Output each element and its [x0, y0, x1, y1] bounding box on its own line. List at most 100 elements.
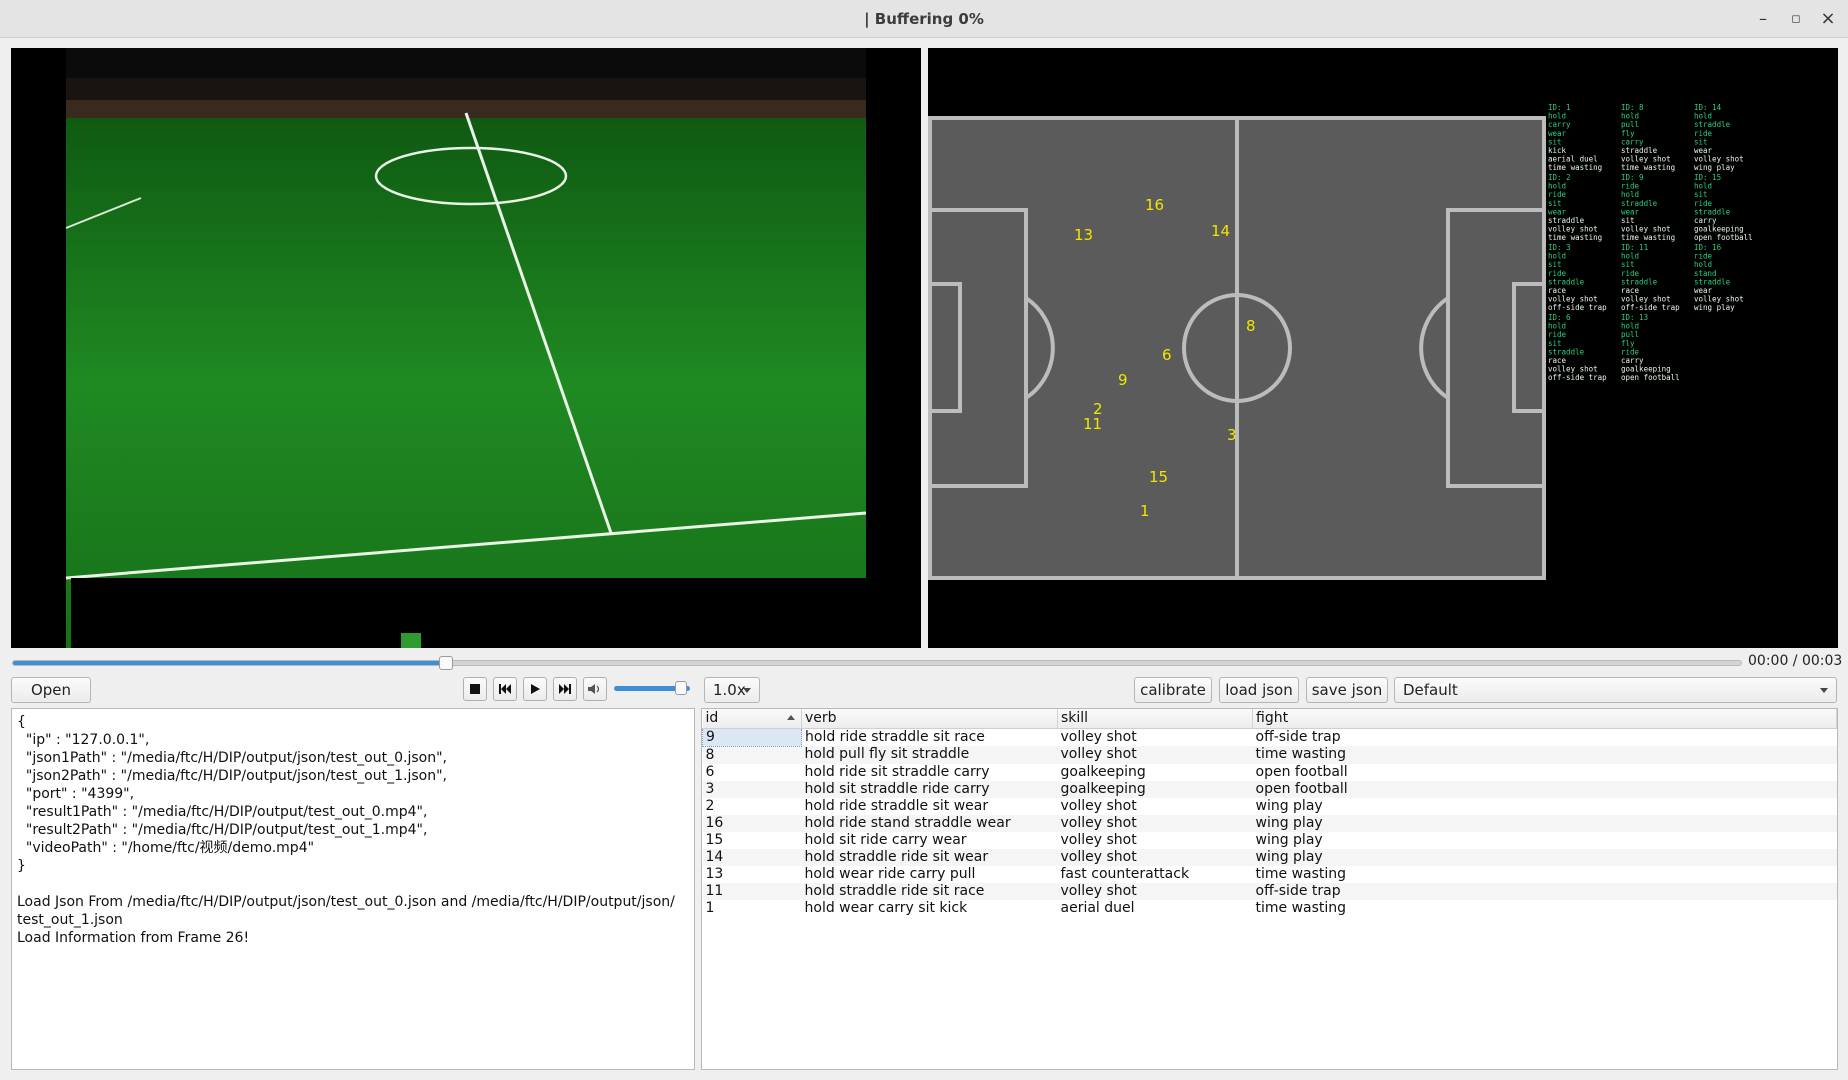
cell-fight[interactable]: off-side trap — [1253, 728, 1837, 746]
table-row[interactable]: 11 hold straddle ride sit race volley shot… — [702, 882, 1837, 900]
info-line: off-side trap — [1621, 303, 1680, 312]
table-row[interactable]: 16 hold ride stand straddle wear volley sh… — [702, 814, 1837, 832]
cell-id[interactable]: 2 — [703, 798, 802, 815]
cell-fight[interactable]: wing play — [1252, 814, 1837, 832]
table-row[interactable]: 14 hold straddle ride sit wear volley shot… — [702, 848, 1837, 866]
cell-verb[interactable]: hold ride stand straddle wear — [801, 814, 1058, 832]
cell-verb[interactable]: hold wear carry sit kick — [802, 900, 1058, 917]
minimap-chart: 1613 148692113151 ID: 1holdcarrywearsitki… — [928, 48, 1838, 648]
player-table[interactable]: id verb skill fight 9 hold ride straddle … — [701, 708, 1838, 1070]
cell-id[interactable]: 16 — [702, 814, 802, 832]
cell-fight[interactable]: time wasting — [1253, 866, 1837, 883]
chevron-down-icon — [743, 688, 751, 693]
cell-fight[interactable]: wing play — [1253, 832, 1837, 849]
cell-verb[interactable]: hold wear ride carry pull — [802, 866, 1058, 883]
cell-skill[interactable]: volley shot — [1057, 848, 1253, 866]
cell-skill[interactable]: goalkeeping — [1058, 764, 1253, 781]
window-title: | Buffering 0% — [864, 9, 984, 28]
column-header-verb[interactable]: verb — [801, 709, 1058, 729]
cell-verb[interactable]: hold ride straddle sit race — [802, 728, 1058, 746]
cell-skill[interactable]: fast counterattack — [1058, 866, 1253, 883]
cell-id[interactable]: 1 — [703, 900, 802, 917]
speed-select[interactable]: 1.0x — [704, 677, 760, 703]
info-line: off-side trap — [1548, 373, 1607, 382]
column-header-skill[interactable]: skill — [1057, 709, 1253, 729]
header-id-label: id — [705, 710, 719, 727]
skip-forward-icon — [559, 684, 571, 694]
player-marker-15: 15 — [1149, 468, 1168, 486]
cell-verb[interactable]: hold ride sit straddle carry — [802, 764, 1058, 781]
table-row[interactable]: 6 hold ride sit straddle carry goalkeeping… — [703, 764, 1837, 781]
cell-fight[interactable]: open football — [1252, 780, 1837, 798]
table-row[interactable]: 13 hold wear ride carry pull fast countera… — [703, 866, 1837, 883]
table-row[interactable]: 3 hold sit straddle ride carry goalkeeping… — [702, 780, 1837, 798]
close-icon[interactable]: × — [1817, 8, 1839, 30]
cell-fight[interactable]: wing play — [1253, 798, 1837, 815]
cell-id[interactable]: 9 — [702, 727, 802, 747]
info-line: open football — [1621, 373, 1680, 382]
load-json-button[interactable]: load json — [1219, 677, 1299, 703]
next-button[interactable] — [553, 677, 577, 701]
minimize-icon[interactable]: – — [1752, 8, 1774, 30]
mute-button[interactable] — [583, 677, 607, 701]
cell-fight[interactable]: open football — [1253, 764, 1837, 781]
info-line: time wasting — [1548, 233, 1602, 242]
cell-skill[interactable]: volley shot — [1057, 746, 1253, 764]
cell-fight[interactable]: wing play — [1252, 848, 1837, 866]
table-row[interactable]: 15 hold sit ride carry wear volley shot win… — [703, 832, 1837, 849]
table-row[interactable]: 8 hold pull fly sit straddle volley shot ti… — [702, 746, 1837, 764]
volume-icon — [588, 684, 600, 694]
cell-verb[interactable]: hold straddle ride sit race — [801, 882, 1058, 900]
maximize-icon[interactable]: ◻ — [1785, 8, 1807, 30]
skip-back-icon — [499, 684, 511, 694]
cell-verb[interactable]: hold sit ride carry wear — [802, 832, 1058, 849]
cell-id[interactable]: 15 — [703, 832, 802, 849]
previous-button[interactable] — [493, 677, 517, 701]
cell-verb[interactable]: hold pull fly sit straddle — [801, 746, 1058, 764]
play-button[interactable] — [523, 677, 547, 701]
cell-id[interactable]: 11 — [702, 882, 802, 900]
cell-verb[interactable]: hold ride straddle sit wear — [802, 798, 1058, 815]
sort-ascending-icon — [787, 715, 795, 721]
log-output[interactable]: { "ip" : "127.0.0.1", "json1Path" : "/me… — [11, 708, 695, 1070]
profile-select[interactable]: Default — [1394, 677, 1837, 703]
calibrate-button[interactable]: calibrate — [1134, 677, 1212, 703]
cell-id[interactable]: 6 — [703, 764, 802, 781]
cell-skill[interactable]: volley shot — [1058, 798, 1253, 815]
table-row[interactable]: 9 hold ride straddle sit race volley shot o… — [702, 727, 1837, 747]
cell-id[interactable]: 13 — [703, 866, 802, 883]
seek-handle[interactable] — [438, 656, 453, 670]
cell-id[interactable]: 8 — [702, 746, 802, 764]
save-json-button[interactable]: save json — [1306, 677, 1388, 703]
cell-skill[interactable]: goalkeeping — [1057, 780, 1253, 798]
player-marker-1: 1 — [1140, 502, 1150, 520]
column-header-id[interactable]: id — [702, 709, 802, 729]
cell-skill[interactable]: volley shot — [1057, 814, 1253, 832]
cell-verb[interactable]: hold straddle ride sit wear — [801, 848, 1058, 866]
cell-skill[interactable]: volley shot — [1058, 728, 1253, 746]
cell-id[interactable]: 3 — [702, 780, 802, 798]
open-button[interactable]: Open — [11, 677, 91, 703]
cell-fight[interactable]: time wasting — [1252, 746, 1837, 764]
cell-skill[interactable]: volley shot — [1058, 832, 1253, 849]
table-row[interactable]: 2 hold ride straddle sit wear volley shot w… — [703, 798, 1837, 815]
cell-skill[interactable]: aerial duel — [1058, 900, 1253, 917]
time-display: 00:00 / 00:03 — [1748, 653, 1843, 669]
cell-fight[interactable]: off-side trap — [1252, 882, 1837, 900]
cell-skill[interactable]: volley shot — [1057, 882, 1253, 900]
volume-handle[interactable] — [674, 681, 687, 695]
speed-value: 1.0x — [713, 681, 746, 699]
stop-button[interactable] — [463, 677, 487, 701]
seek-slider[interactable] — [12, 656, 1742, 670]
column-header-fight[interactable]: fight — [1252, 709, 1837, 729]
chevron-down-icon — [1820, 688, 1828, 693]
player-marker-3: 3 — [1227, 426, 1237, 444]
table-row[interactable]: 1 hold wear carry sit kick aerial duel time… — [703, 900, 1837, 917]
cell-fight[interactable]: time wasting — [1253, 900, 1837, 917]
cell-id[interactable]: 14 — [702, 848, 802, 866]
cell-verb[interactable]: hold sit straddle ride carry — [801, 780, 1058, 798]
video-view-camera — [11, 48, 921, 648]
player-marker-13: 13 — [1074, 226, 1093, 244]
volume-slider[interactable] — [614, 681, 690, 695]
player-marker-16: 16 — [1145, 196, 1164, 214]
